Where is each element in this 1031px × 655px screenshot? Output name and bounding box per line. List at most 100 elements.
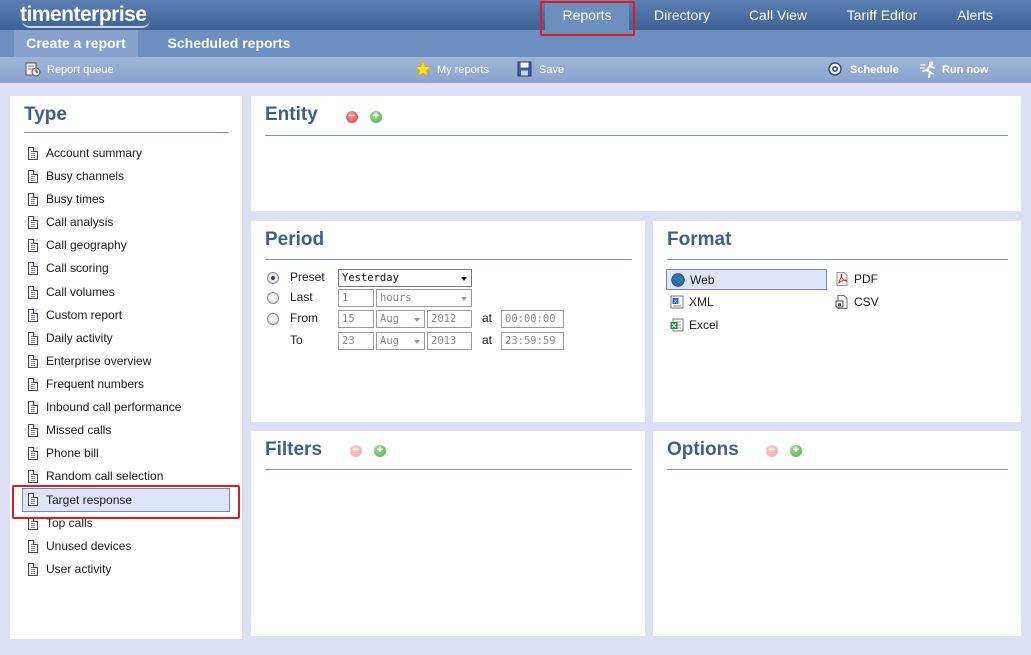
from-day-input[interactable]: 15 [338, 310, 374, 328]
list-item[interactable]: Inbound call performance [26, 396, 236, 419]
top-bar: timenterprise Reports Directory Call Vie… [0, 0, 1031, 30]
sub-tab-bar: Create a report Scheduled reports [0, 30, 1031, 57]
document-icon [28, 170, 38, 184]
list-item[interactable]: Unused devices [26, 535, 236, 558]
list-item[interactable]: Missed calls [26, 419, 236, 442]
format-web-option[interactable]: Web [666, 269, 827, 290]
entity-add-button[interactable]: + [370, 111, 382, 123]
list-item[interactable]: User activity [26, 558, 236, 581]
format-excel-label: Excel [689, 318, 719, 332]
app-logo[interactable]: timenterprise [20, 3, 150, 28]
report-type-label: Busy channels [46, 169, 125, 184]
last-radio[interactable] [267, 292, 279, 304]
from-year-input[interactable]: 2012 [427, 310, 472, 328]
list-item[interactable]: Random call selection [26, 465, 236, 488]
preset-radio[interactable] [267, 272, 279, 284]
from-at-label: at [482, 311, 493, 325]
format-xml-option[interactable]: x XML [666, 292, 746, 313]
my-reports-button[interactable]: My reports [414, 57, 489, 83]
report-type-label: Top calls [46, 515, 93, 530]
to-year-input[interactable]: 2013 [427, 332, 472, 350]
report-type-label: Inbound call performance [46, 400, 182, 415]
options-panel-divider [667, 469, 1008, 470]
list-item[interactable]: Phone bill [26, 442, 236, 465]
schedule-button[interactable]: Schedule [827, 57, 899, 83]
document-icon [28, 516, 38, 530]
last-unit-select[interactable]: hours [376, 289, 472, 307]
list-item[interactable]: Busy times [26, 188, 236, 211]
format-pdf-option[interactable]: PDF [831, 269, 911, 290]
list-item[interactable]: Call volumes [26, 281, 236, 304]
nav-reports[interactable]: Reports [545, 0, 629, 30]
list-item[interactable]: Top calls [26, 512, 236, 535]
to-day-input[interactable]: 23 [338, 332, 374, 350]
list-item[interactable]: Account summary [26, 142, 236, 165]
save-label: Save [539, 64, 565, 76]
preset-select-value: Yesterday [342, 272, 399, 284]
tab-create-report[interactable]: Create a report [14, 30, 138, 57]
filters-panel-divider [265, 469, 632, 470]
from-label: From [290, 311, 318, 325]
format-csv-option[interactable]: a CSV [831, 292, 911, 313]
preset-row: Preset Yesterday [267, 269, 627, 287]
run-now-label: Run now [942, 64, 989, 76]
filters-add-button[interactable]: + [374, 445, 386, 457]
chevron-down-icon [414, 340, 420, 344]
from-radio[interactable] [267, 313, 279, 325]
to-label: To [290, 333, 303, 347]
to-month-value: Aug [380, 335, 399, 347]
last-unit-value: hours [380, 292, 412, 304]
nav-tariff-editor[interactable]: Tariff Editor [830, 0, 934, 30]
save-button[interactable]: Save [517, 57, 564, 83]
svg-text:x: x [674, 299, 677, 305]
report-queue-icon [25, 61, 41, 77]
options-remove-button[interactable]: − [766, 445, 778, 457]
options-add-button[interactable]: + [790, 445, 802, 457]
nav-directory[interactable]: Directory [636, 0, 728, 30]
from-month-select[interactable]: Aug [376, 310, 425, 328]
from-time-input[interactable]: 00:00:00 [501, 310, 564, 328]
format-excel-option[interactable]: Excel [666, 315, 746, 336]
list-item[interactable]: Call geography [26, 234, 236, 257]
format-panel-divider [667, 259, 1008, 260]
type-panel-divider [24, 132, 229, 133]
options-panel: Options − + [653, 431, 1021, 636]
from-row: From 15 Aug 2012 at 00:00:00 [267, 310, 627, 328]
list-item[interactable]: Enterprise overview [26, 350, 236, 373]
to-month-select[interactable]: Aug [376, 332, 425, 350]
preset-select[interactable]: Yesterday [338, 269, 472, 287]
filters-remove-button[interactable]: − [350, 445, 362, 457]
save-icon [517, 61, 533, 77]
entity-remove-button[interactable]: − [346, 111, 358, 123]
report-queue-button[interactable]: Report queue [25, 57, 114, 83]
list-item[interactable]: Daily activity [26, 327, 236, 350]
list-item[interactable]: Frequent numbers [26, 373, 236, 396]
report-type-label: Frequent numbers [46, 376, 145, 391]
from-month-value: Aug [380, 313, 399, 325]
last-amount-input[interactable]: 1 [338, 289, 374, 307]
run-now-button[interactable]: Run now [919, 57, 989, 83]
period-panel: Period Preset Yesterday Last 1 hours Fro… [251, 221, 645, 422]
filters-panel-title: Filters [265, 439, 323, 460]
entity-panel-title: Entity [265, 104, 318, 125]
type-panel: Type Account summary Busy channels Busy … [10, 96, 242, 639]
logo-swoosh [22, 20, 150, 28]
list-item[interactable]: Busy channels [26, 165, 236, 188]
tab-scheduled-reports[interactable]: Scheduled reports [152, 30, 306, 57]
format-panel: Format Web PDF x XML a CSV Excel [653, 221, 1021, 422]
list-item[interactable]: Call analysis [26, 211, 236, 234]
report-type-label: Account summary [46, 146, 143, 160]
document-icon [28, 308, 38, 322]
document-icon [28, 239, 38, 253]
to-time-input[interactable]: 23:59:59 [501, 332, 564, 350]
nav-alerts[interactable]: Alerts [944, 0, 1006, 30]
list-item[interactable]: Custom report [26, 304, 236, 327]
document-icon [28, 424, 38, 438]
report-type-label: Call geography [46, 238, 127, 253]
nav-call-view[interactable]: Call View [736, 0, 820, 30]
globe-icon [671, 273, 685, 287]
report-type-label: Busy times [46, 192, 105, 207]
list-item[interactable]: Call scoring [26, 257, 236, 280]
list-item-selected[interactable]: Target response [22, 488, 230, 512]
report-type-list: Account summary Busy channels Busy times… [22, 142, 236, 581]
